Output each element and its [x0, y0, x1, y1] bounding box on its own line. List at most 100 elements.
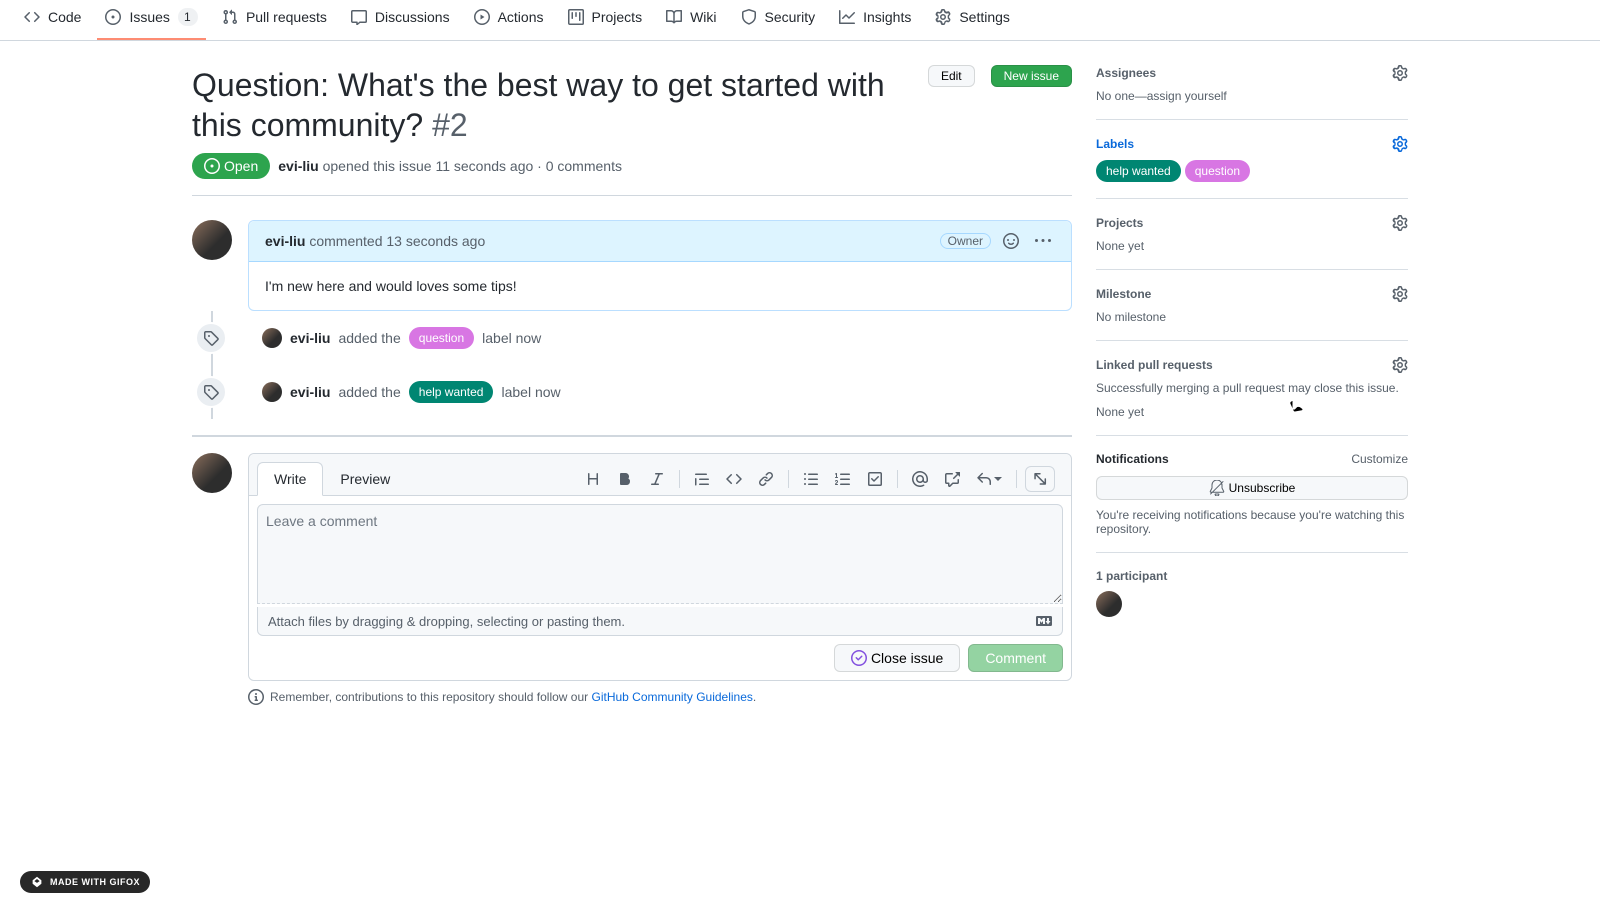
participants-title: 1 participant: [1096, 569, 1167, 583]
linked-title: Linked pull requests: [1096, 358, 1213, 372]
projects-head[interactable]: Projects: [1096, 215, 1408, 231]
tasklist-button[interactable]: [861, 466, 889, 492]
bell-slash-icon: [1209, 480, 1225, 496]
label-pill[interactable]: help wanted: [1096, 160, 1181, 182]
unsubscribe-label: Unsubscribe: [1229, 481, 1296, 495]
issue-author[interactable]: evi-liu: [278, 158, 318, 174]
linked-head[interactable]: Linked pull requests: [1096, 357, 1408, 373]
tab-preview[interactable]: Preview: [323, 462, 407, 496]
code-button[interactable]: [720, 466, 748, 492]
discussions-icon: [351, 9, 367, 25]
event-label[interactable]: question: [409, 327, 474, 349]
event-suffix: label now: [482, 330, 541, 346]
nav-insights-label: Insights: [863, 9, 911, 25]
link-button[interactable]: [752, 466, 780, 492]
bold-button[interactable]: [611, 466, 639, 492]
tag-icon: [203, 330, 219, 346]
fullscreen-button[interactable]: [1025, 466, 1055, 492]
kebab-menu[interactable]: [1031, 229, 1055, 253]
quote-button[interactable]: [688, 466, 716, 492]
issue-meta: Open evi-liu opened this issue 11 second…: [192, 153, 1072, 196]
nav-actions[interactable]: Actions: [466, 0, 552, 40]
gear-icon[interactable]: [1392, 136, 1408, 152]
event-suffix: label now: [501, 384, 560, 400]
sidebar: Assignees No one—assign yourself Labels …: [1096, 57, 1408, 729]
issue-closed-icon: [851, 650, 867, 666]
pr-icon: [222, 9, 238, 25]
state-text: Open: [224, 158, 258, 174]
nav-projects[interactable]: Projects: [560, 0, 651, 40]
guideline-prefix: Remember, contributions to this reposito…: [270, 690, 592, 704]
gear-icon[interactable]: [1392, 357, 1408, 373]
nav-issues[interactable]: Issues 1: [97, 0, 205, 40]
close-issue-button[interactable]: Close issue: [834, 644, 960, 672]
comment-textarea[interactable]: [257, 504, 1063, 604]
nav-discussions[interactable]: Discussions: [343, 0, 458, 40]
nav-security-label: Security: [765, 9, 816, 25]
nav-discussions-label: Discussions: [375, 9, 450, 25]
participant-avatar[interactable]: [1096, 591, 1122, 617]
comment-avatar[interactable]: [192, 220, 232, 260]
italic-button[interactable]: [643, 466, 671, 492]
gear-icon[interactable]: [1392, 65, 1408, 81]
nav-security[interactable]: Security: [733, 0, 824, 40]
compose-avatar[interactable]: [192, 453, 232, 493]
mention-button[interactable]: [906, 466, 934, 492]
issue-meta-suffix: opened this issue 11 seconds ago · 0 com…: [319, 158, 622, 174]
gear-icon[interactable]: [1392, 286, 1408, 302]
markdown-icon: [1036, 613, 1052, 629]
assignees-head[interactable]: Assignees: [1096, 65, 1408, 81]
assignees-body: No one—assign yourself: [1096, 89, 1408, 103]
edit-button[interactable]: Edit: [928, 65, 975, 87]
unsubscribe-button[interactable]: Unsubscribe: [1096, 476, 1408, 500]
customize-link[interactable]: Customize: [1351, 452, 1408, 466]
list-ol-icon: [835, 471, 851, 487]
assignees-title: Assignees: [1096, 66, 1156, 80]
ol-button[interactable]: [829, 466, 857, 492]
nav-wiki[interactable]: Wiki: [658, 0, 724, 40]
event-author[interactable]: evi-liu: [290, 384, 330, 400]
reply-button[interactable]: [970, 466, 1008, 492]
heading-button[interactable]: [579, 466, 607, 492]
guideline-link[interactable]: GitHub Community Guidelines: [592, 690, 753, 704]
nav-settings[interactable]: Settings: [927, 0, 1018, 40]
event-label[interactable]: help wanted: [409, 381, 494, 403]
crossref-button[interactable]: [938, 466, 966, 492]
comment-author[interactable]: evi-liu: [265, 233, 305, 249]
react-button[interactable]: [999, 229, 1023, 253]
event-avatar[interactable]: [262, 382, 282, 402]
timeline-divider: [192, 435, 1072, 437]
nav-projects-label: Projects: [592, 9, 643, 25]
event-author[interactable]: evi-liu: [290, 330, 330, 346]
nav-wiki-label: Wiki: [690, 9, 716, 25]
milestone-head[interactable]: Milestone: [1096, 286, 1408, 302]
nav-prs[interactable]: Pull requests: [214, 0, 335, 40]
new-issue-button[interactable]: New issue: [991, 65, 1072, 87]
reply-icon: [976, 471, 992, 487]
nav-settings-label: Settings: [959, 9, 1010, 25]
expand-icon: [1032, 471, 1048, 487]
labels-head[interactable]: Labels: [1096, 136, 1408, 152]
bold-icon: [617, 471, 633, 487]
chevron-down-icon: [994, 475, 1002, 483]
actions-icon: [474, 9, 490, 25]
linked-body: None yet: [1096, 405, 1408, 419]
nav-insights[interactable]: Insights: [831, 0, 919, 40]
graph-icon: [839, 9, 855, 25]
tag-icon-wrap: [195, 376, 227, 408]
ul-button[interactable]: [797, 466, 825, 492]
role-badge: Owner: [940, 233, 991, 249]
issue-byline: evi-liu opened this issue 11 seconds ago…: [278, 158, 622, 174]
assign-yourself-link[interactable]: assign yourself: [1147, 89, 1227, 103]
tab-write[interactable]: Write: [257, 462, 323, 496]
state-badge: Open: [192, 153, 270, 179]
event-avatar[interactable]: [262, 328, 282, 348]
attach-hint[interactable]: Attach files by dragging & dropping, sel…: [257, 607, 1063, 636]
code-icon: [24, 9, 40, 25]
gear-icon[interactable]: [1392, 215, 1408, 231]
comment-button[interactable]: Comment: [968, 644, 1063, 672]
gear-icon: [935, 9, 951, 25]
nav-code[interactable]: Code: [16, 0, 89, 40]
label-pill[interactable]: question: [1185, 160, 1250, 182]
issue-open-icon: [204, 158, 220, 174]
